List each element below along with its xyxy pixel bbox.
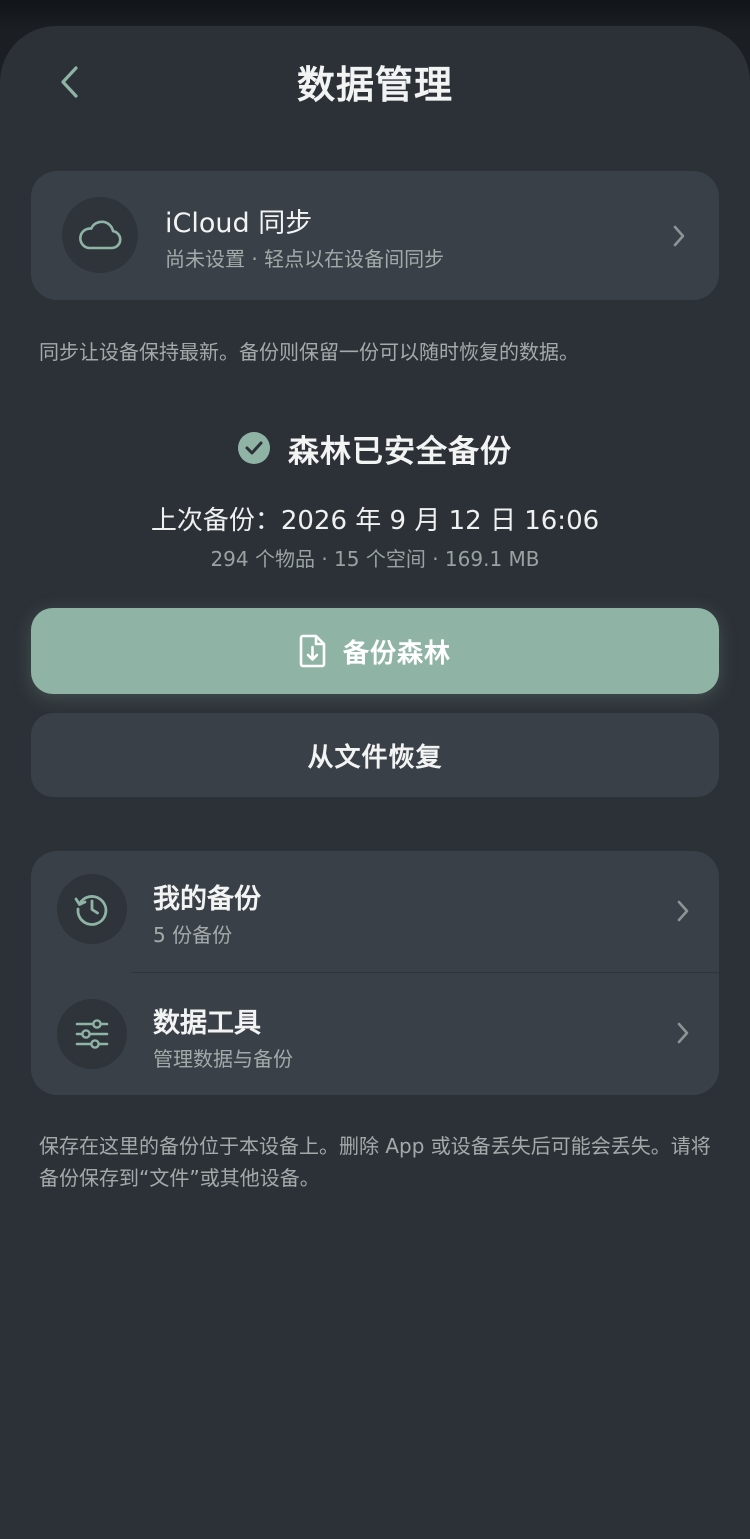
backup-summary: 294 个物品 · 15 个空间 · 169.1 MB [210,547,540,571]
history-icon-badge [57,874,127,944]
restore-from-file-button[interactable]: 从文件恢复 [31,713,719,797]
navigation-bar: 数据管理 [0,26,750,136]
last-backup-time: 上次备份：2026 年 9 月 12 日 16:06 [150,506,600,536]
backup-tools-list: 我的备份 5 份备份 数据工具 管理数据与备份 [31,851,719,1095]
list-item-my-backups[interactable]: 我的备份 5 份备份 [31,851,719,973]
status-headline: 森林已安全备份 [288,433,512,470]
sliders-icon [75,1019,109,1049]
history-icon [74,895,108,926]
icloud-subtitle: 尚未设置 · 轻点以在设备间同步 [165,247,445,271]
chevron-right-icon [673,1019,693,1047]
list-item-title: 数据工具 [153,1008,261,1039]
cloud-icon-badge [62,197,138,273]
icloud-title: iCloud 同步 [165,208,313,239]
list-item-data-tools[interactable]: 数据工具 管理数据与备份 [31,973,719,1095]
cloud-icon [79,220,122,250]
file-download-icon [299,634,326,668]
list-item-subtitle: 管理数据与备份 [153,1047,293,1071]
page-title: 数据管理 [296,63,453,107]
sliders-icon-badge [57,999,127,1069]
icloud-sync-row[interactable]: iCloud 同步 尚未设置 · 轻点以在设备间同步 [31,171,719,300]
list-item-title: 我的备份 [153,884,261,915]
backup-forest-button[interactable]: 备份森林 [31,608,719,694]
checkmark-icon [238,432,270,464]
restore-from-file-label: 从文件恢复 [307,742,443,773]
storage-help-text: 保存在这里的备份位于本设备上。删除 App 或设备丢失后可能会丢失。请将备份保存… [39,1134,711,1190]
sync-help-text: 同步让设备保持最新。备份则保留一份可以随时恢复的数据。 [39,340,579,364]
chevron-right-icon [673,897,693,925]
chevron-right-icon [669,222,689,250]
list-item-subtitle: 5 份备份 [153,923,233,947]
backup-forest-label: 备份森林 [342,638,451,669]
data-management-sheet: 数据管理 iCloud 同步 尚未设置 · 轻点以在设备间同步 同步让设备保持最… [0,26,750,1539]
backup-status: 森林已安全备份 [0,426,750,470]
